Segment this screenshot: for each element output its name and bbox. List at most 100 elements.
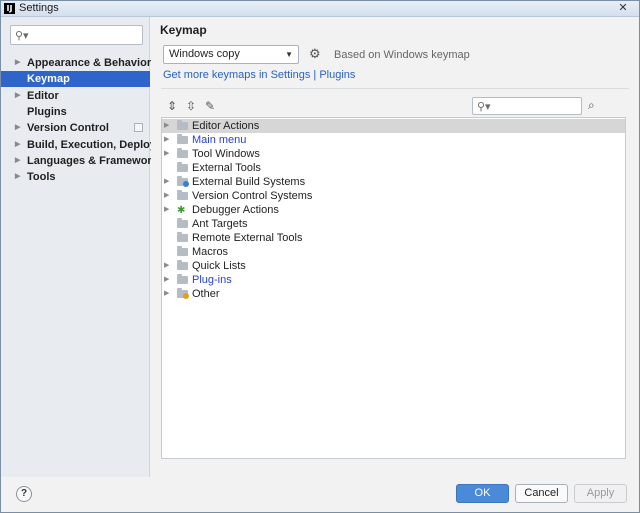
tree-row-label: Tool Windows [192, 148, 260, 160]
tree-row-label: Debugger Actions [192, 204, 279, 216]
more-keymaps-links: Get more keymaps in Settings | Plugins [163, 69, 355, 81]
search-icon: ⚲▾ [477, 101, 491, 113]
search-icon: ⚲▾ [15, 30, 29, 42]
sidebar-item-label: Tools [27, 171, 56, 183]
chevron-right-icon[interactable]: ▶ [15, 169, 20, 185]
apply-button[interactable]: Apply [574, 484, 627, 503]
tree-row[interactable]: ▶ Main menu [162, 133, 625, 147]
tree-row-label: External Tools [192, 162, 261, 174]
tree-row[interactable]: ▶ External Build Systems [162, 175, 625, 189]
sidebar-item[interactable]: ▶ Languages & Frameworks [1, 153, 164, 169]
keymap-select[interactable]: Windows copy ▼ [163, 45, 299, 64]
chevron-right-icon[interactable]: ▶ [164, 189, 169, 203]
tree-row[interactable]: External Tools [162, 161, 625, 175]
tree-row[interactable]: Ant Targets [162, 217, 625, 231]
link-separator: | [310, 69, 320, 81]
chevron-right-icon[interactable]: ▶ [164, 273, 169, 287]
tree-row[interactable]: ▶ Editor Actions [162, 119, 625, 133]
folder-icon [177, 246, 188, 256]
chevron-right-icon[interactable]: ▶ [15, 153, 20, 169]
sidebar-search-input[interactable]: ⚲▾ [10, 25, 143, 45]
folder-icon [177, 120, 188, 130]
tree-row-label: Quick Lists [192, 260, 246, 272]
chevron-right-icon[interactable]: ▶ [164, 175, 169, 189]
settings-sidebar: ⚲▾ ▶ Appearance & Behavior Keymap ▶ Editor Pl… [1, 17, 182, 477]
chevron-right-icon[interactable]: ▶ [15, 55, 20, 71]
expand-all-icon[interactable]: ⇕ [165, 99, 179, 113]
cancel-button[interactable]: Cancel [515, 484, 568, 503]
chevron-down-icon: ▼ [285, 50, 293, 59]
tree-row-label: Version Control Systems [192, 190, 313, 202]
folder-icon [177, 274, 188, 284]
chevron-right-icon[interactable]: ▶ [164, 133, 169, 147]
sidebar-item-label: Plugins [27, 106, 67, 118]
tree-row[interactable]: Macros [162, 245, 625, 259]
sidebar-item[interactable]: ▶ Version Control [1, 120, 150, 136]
folder-badge-icon [183, 293, 189, 299]
folder-icon [177, 218, 188, 228]
page-title: Keymap [160, 23, 207, 37]
sidebar-item[interactable]: Plugins [1, 104, 150, 120]
help-button[interactable]: ? [16, 486, 32, 502]
tree-row-label: Editor Actions [192, 120, 260, 132]
tree-row[interactable]: ▶ Version Control Systems [162, 189, 625, 203]
tree-row-label: Remote External Tools [192, 232, 303, 244]
ok-button[interactable]: OK [456, 484, 509, 503]
settings-link[interactable]: Get more keymaps in Settings [163, 69, 310, 81]
title-bar[interactable]: IJ Settings ✕ [1, 1, 639, 17]
keymap-panel: Keymap Windows copy ▼ ⚙ Based on Windows… [151, 17, 639, 477]
folder-icon [177, 162, 188, 172]
tree-row[interactable]: ▶ Quick Lists [162, 259, 625, 273]
tree-row-label: Other [192, 288, 220, 300]
sidebar-item-label: Version Control [27, 122, 109, 134]
folder-icon [177, 190, 188, 200]
filter-search-input[interactable]: ⚲▾ [472, 97, 582, 115]
chevron-right-icon[interactable]: ▶ [164, 203, 169, 217]
close-button[interactable]: ✕ [611, 2, 635, 15]
tree-row[interactable]: ▶ Other [162, 287, 625, 301]
folder-icon [177, 134, 188, 144]
keymap-select-value: Windows copy [169, 48, 240, 60]
sidebar-item[interactable]: Keymap [1, 71, 150, 87]
sidebar-item-label: Appearance & Behavior [27, 57, 152, 69]
sidebar-item-label: Keymap [27, 73, 70, 85]
sidebar-item-label: Languages & Frameworks [27, 155, 164, 167]
gear-icon[interactable]: ⚙ [309, 47, 321, 62]
edit-pencil-icon[interactable]: ✎ [203, 99, 217, 113]
tree-row-label: Ant Targets [192, 218, 248, 230]
folder-icon [177, 148, 188, 158]
find-by-shortcut-icon[interactable]: ⌕ [588, 98, 595, 113]
folder-badge-icon [183, 181, 189, 187]
plugins-link[interactable]: Plugins [319, 69, 355, 81]
sidebar-item-label: Editor [27, 90, 59, 102]
tree-row-label: Plug-ins [192, 274, 232, 286]
tree-row-label: Macros [192, 246, 229, 258]
chevron-right-icon[interactable]: ▶ [164, 287, 169, 301]
tree-row[interactable]: Remote External Tools [162, 231, 625, 245]
tree-row-label: External Build Systems [192, 176, 306, 188]
chevron-right-icon[interactable]: ▶ [15, 120, 20, 136]
chevron-right-icon[interactable]: ▶ [15, 88, 20, 104]
tree-row[interactable]: ▶ Plug-ins [162, 273, 625, 287]
collapse-all-icon[interactable]: ⇳ [184, 99, 198, 113]
app-icon: IJ [4, 3, 15, 14]
bug-icon: ✱ [177, 205, 186, 216]
settings-window: IJ Settings ✕ ⚲▾ ▶ Appearance & Behavior K… [0, 0, 640, 513]
sidebar-item[interactable]: ▶ Editor [1, 88, 150, 104]
sidebar-item[interactable]: ▶ Tools [1, 169, 150, 185]
chevron-right-icon[interactable]: ▶ [164, 119, 169, 133]
tree-row[interactable]: ▶ ✱ Debugger Actions [162, 203, 625, 217]
sidebar-item[interactable]: ▶ Appearance & Behavior [1, 55, 152, 71]
tree-row-label: Main menu [192, 134, 247, 146]
actions-tree[interactable]: ▶ Editor Actions ▶ Main menu ▶ Tool Windows Ex… [161, 117, 626, 459]
divider [161, 88, 629, 89]
folder-icon [177, 232, 188, 242]
window-title: Settings [19, 2, 59, 14]
folder-icon [177, 260, 188, 270]
based-on-label: Based on Windows keymap [334, 49, 470, 61]
tree-row[interactable]: ▶ Tool Windows [162, 147, 625, 161]
chevron-right-icon[interactable]: ▶ [164, 259, 169, 273]
chevron-right-icon[interactable]: ▶ [164, 147, 169, 161]
chevron-right-icon[interactable]: ▶ [15, 137, 20, 153]
sidebar-item[interactable]: ▶ Build, Execution, Deployment [1, 137, 182, 153]
